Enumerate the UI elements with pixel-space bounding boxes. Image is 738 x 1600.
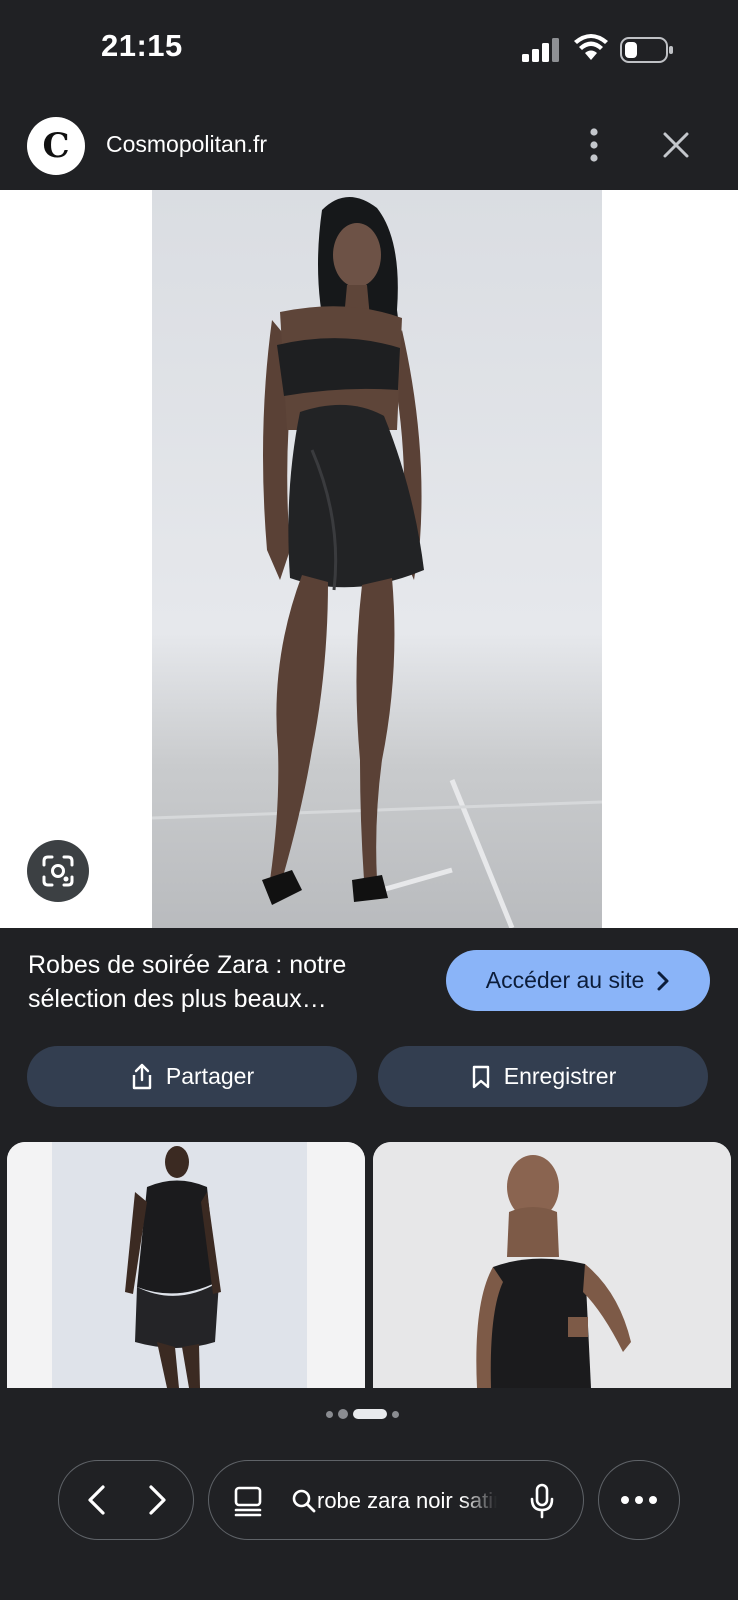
lens-icon <box>42 855 74 887</box>
pager-dot <box>338 1409 348 1419</box>
related-photo-2 <box>373 1142 731 1388</box>
site-name[interactable]: Cosmopolitan.fr <box>106 131 267 158</box>
site-logo[interactable]: C <box>27 117 85 175</box>
pager-dot-active <box>353 1409 387 1419</box>
site-logo-letter: C <box>42 126 70 166</box>
search-icon <box>292 1489 316 1513</box>
share-label: Partager <box>165 1063 255 1089</box>
close-icon[interactable] <box>656 125 696 165</box>
visit-site-button[interactable]: Accéder au site <box>446 950 710 1011</box>
status-bar: 21:15 <box>0 0 738 100</box>
more-vert-icon[interactable] <box>574 123 614 167</box>
page-indicator <box>326 1408 399 1420</box>
related-card-1[interactable] <box>7 1142 365 1388</box>
related-card-2[interactable] <box>373 1142 731 1388</box>
share-icon <box>132 1063 152 1089</box>
related-photo-1 <box>7 1142 365 1388</box>
tabs-icon[interactable] <box>233 1485 263 1517</box>
back-arrow-icon[interactable] <box>75 1477 121 1523</box>
bookmark-icon <box>472 1065 489 1088</box>
mic-icon[interactable] <box>529 1483 555 1519</box>
hero-image[interactable] <box>0 190 738 928</box>
search-bar[interactable]: robe zara noir satin <box>208 1460 584 1540</box>
forward-arrow-icon[interactable] <box>133 1477 179 1523</box>
chevron-right-icon <box>657 971 669 990</box>
pager-dot <box>326 1410 333 1418</box>
search-query[interactable]: robe zara noir satin <box>317 1485 497 1517</box>
save-button[interactable]: Enregistrer <box>378 1046 708 1107</box>
more-options-button[interactable] <box>598 1460 680 1540</box>
model-illustration <box>151 196 603 928</box>
result-title[interactable]: Robes de soirée Zara : notre sélection d… <box>28 948 428 1016</box>
share-button[interactable]: Partager <box>27 1046 357 1107</box>
navigation-buttons <box>58 1460 194 1540</box>
battery-icon <box>620 37 673 63</box>
lens-button[interactable] <box>27 840 89 902</box>
site-header: C Cosmopolitan.fr <box>0 105 738 187</box>
product-photo <box>151 190 603 928</box>
related-images <box>0 1142 738 1388</box>
save-label: Enregistrer <box>503 1063 617 1089</box>
more-horiz-icon <box>621 1496 657 1504</box>
status-time: 21:15 <box>101 28 183 63</box>
wifi-icon <box>574 34 608 60</box>
visit-site-label: Accéder au site <box>485 967 645 993</box>
signal-icon <box>522 38 559 62</box>
pager-dot <box>392 1410 399 1418</box>
